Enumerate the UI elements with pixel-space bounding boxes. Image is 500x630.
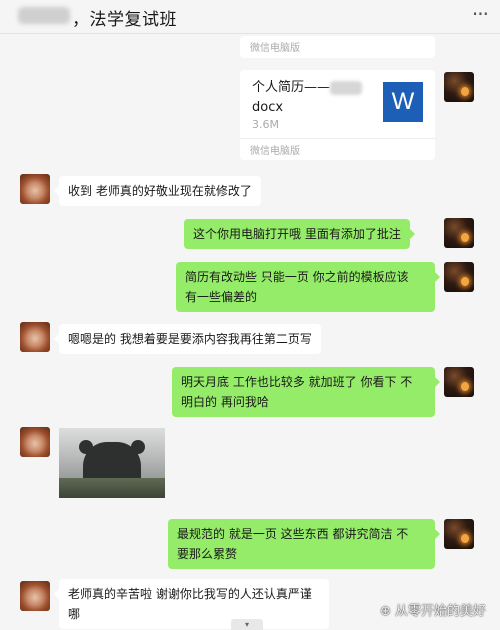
message-bubble-received[interactable]: 收到 老师真的好敬业现在就修改了 bbox=[54, 176, 261, 206]
redacted-group-name bbox=[18, 7, 70, 24]
my-avatar[interactable] bbox=[444, 218, 474, 248]
contact-avatar[interactable] bbox=[20, 174, 50, 204]
my-avatar[interactable] bbox=[444, 72, 474, 102]
message-bubble-sent[interactable]: 最规范的 就是一页 这些东西 都讲究简洁 不 要那么累赘 bbox=[168, 519, 440, 569]
my-avatar[interactable] bbox=[444, 262, 474, 292]
word-doc-icon: W bbox=[383, 82, 423, 122]
contact-avatar[interactable] bbox=[20, 427, 50, 457]
file-size: 3.6M bbox=[252, 118, 279, 131]
more-dots-icon[interactable]: ··· bbox=[472, 2, 489, 26]
file-card-partial[interactable]: 微信电脑版 bbox=[240, 36, 435, 58]
my-avatar[interactable] bbox=[444, 519, 474, 549]
scroll-down-chevron-icon[interactable]: ▾ bbox=[231, 619, 263, 630]
message-bubble-sent[interactable]: 明天月底 工作也比较多 就加班了 你看下 不 明白的 再问我哈 bbox=[172, 367, 440, 417]
message-bubble-received[interactable]: 老师真的辛苦啦 谢谢你比我写的人还认真严谨 哪 bbox=[54, 579, 329, 629]
chat-title: ，法学复试班 bbox=[72, 10, 177, 30]
my-avatar[interactable] bbox=[444, 367, 474, 397]
message-bubble-received[interactable]: 嗯嗯是的 我想着要是要添内容我再往第二页写 bbox=[54, 324, 321, 354]
file-name: 个人简历—— docx bbox=[252, 78, 372, 118]
redacted-name bbox=[330, 80, 363, 95]
chat-header: ，法学复试班 ··· bbox=[0, 0, 500, 34]
contact-avatar[interactable] bbox=[20, 322, 50, 352]
file-message-card[interactable]: 个人简历—— docx 3.6M W 微信电脑版 bbox=[240, 70, 435, 160]
grass-ground bbox=[59, 478, 165, 498]
message-bubble-sent[interactable]: 简历有改动些 只能一页 你之前的模板应该 有一些偏差的 bbox=[176, 262, 440, 312]
message-bubble-sent[interactable]: 这个你用电脑打开哦 里面有添加了批注 bbox=[184, 219, 415, 249]
file-card-divider bbox=[240, 138, 435, 139]
file-card-source: 微信电脑版 bbox=[250, 43, 300, 54]
file-card-source: 微信电脑版 bbox=[250, 146, 300, 157]
watermark-text: ⊕ 从零开始的美好 bbox=[379, 604, 486, 619]
image-message[interactable] bbox=[59, 428, 165, 498]
contact-avatar[interactable] bbox=[20, 581, 50, 611]
